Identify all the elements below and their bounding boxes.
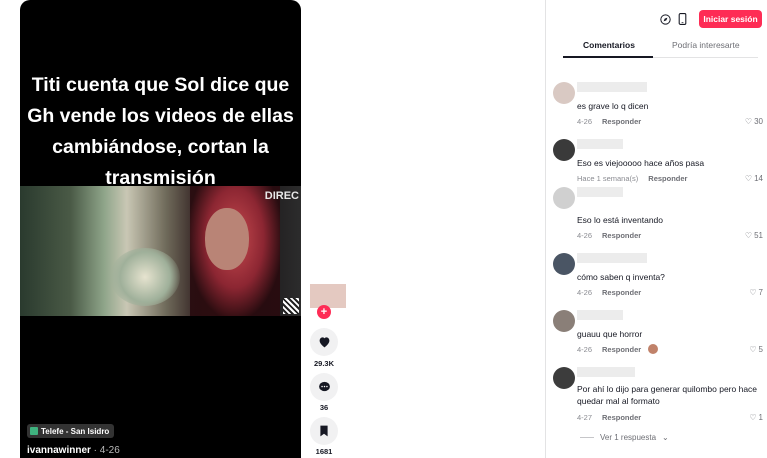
reply-button[interactable]: Responder [602,345,641,354]
tab-comments[interactable]: Comentarios [583,40,635,50]
comment-text: Eso es viejooooo hace años pasa [577,158,705,168]
comment-like-button[interactable]: ♡ 1 [749,413,763,422]
location-tag[interactable]: Telefe - San Isidro [27,424,115,438]
reply-button[interactable]: Responder [602,413,641,422]
reply-button[interactable]: Responder [602,231,641,240]
heart-outline-icon: ♡ [749,345,757,354]
comment-item: Eso es viejooooo hace años pasa Hace 1 s… [553,139,765,187]
comment-item: cómo saben q inventa? 4-26 Responder ♡ 7 [553,253,765,301]
comment-item: Por ahí lo dijo para generar quilombo pe… [553,367,765,427]
creator-avatar[interactable] [310,284,346,308]
video-frame: DIREC [20,186,301,316]
comment-meta: 4-26 Responder [577,345,641,354]
comment-like-button[interactable]: ♡ 14 [745,174,763,183]
comment-date: Hace 1 semana(s) [577,174,639,183]
bookmark-icon [320,425,328,437]
location-label: Telefe - San Isidro [41,426,110,436]
comment-like-count: 14 [754,174,763,183]
comment-like-count: 51 [754,231,763,240]
video-caption: Titi cuenta que Sol dice que Gh vende lo… [27,74,294,189]
location-pin-icon [30,427,38,435]
comment-username-blurred[interactable] [577,367,635,377]
heart-outline-icon: ♡ [744,174,753,183]
comment-date: 4-26 [577,288,593,297]
video-player[interactable]: Titi cuenta que Sol dice que Gh vende lo… [20,0,301,458]
comment-text: guauu que horror [577,329,643,339]
comment-username-blurred[interactable] [577,253,647,263]
comment-meta: 4-26 Responder [577,231,641,240]
comment-text: cómo saben q inventa? [577,272,665,282]
comment-like-count: 30 [754,117,763,126]
comment-meta: 4-26 Responder [577,288,641,297]
comment-button[interactable] [310,373,338,401]
compass-icon[interactable] [657,11,673,27]
mobile-icon[interactable] [674,11,690,27]
tiktok-video-page: Titi cuenta que Sol dice que Gh vende lo… [0,0,767,458]
author-name[interactable]: ivannawinner [27,445,91,456]
frame-glow [110,248,180,306]
reply-button[interactable]: Responder [602,288,641,297]
video-author[interactable]: ivannawinner · 4-26 [27,445,120,456]
heart-outline-icon: ♡ [744,117,753,126]
comment-date: 4-27 [577,413,593,422]
comment-text: es grave lo q dicen [577,101,649,111]
creator-reaction-avatar [648,344,658,354]
comment-avatar[interactable] [553,310,575,332]
comment-avatar[interactable] [553,139,575,161]
frame-person-face [205,208,249,270]
follow-plus-icon[interactable]: + [317,305,331,319]
channel-logo: DIREC [264,190,299,202]
view-replies-button[interactable]: Ver 1 respuesta ⌄ [580,433,669,442]
comment-date: 4-26 [577,231,593,240]
comment-item: Eso lo está inventando 4-26 Responder ♡ 5… [553,187,765,240]
comment-meta: 4-26 Responder [577,117,641,126]
heart-outline-icon: ♡ [749,288,757,297]
comment-icon [318,381,330,392]
comment-avatar[interactable] [553,367,575,389]
comment-item: guauu que horror 4-26 Responder ♡ 5 [553,310,765,358]
reply-button[interactable]: Responder [602,117,641,126]
comment-like-count: 5 [758,345,763,354]
comment-date: 4-26 [577,345,593,354]
heart-icon [319,337,329,348]
comment-username-blurred[interactable] [577,82,647,92]
comment-username-blurred[interactable] [577,187,623,197]
comment-avatar[interactable] [553,253,575,275]
comment-count: 36 [319,403,329,412]
tab-active-indicator [563,56,653,58]
save-count: 1681 [315,447,333,456]
comment-text: Eso lo está inventando [577,215,664,225]
heart-outline-icon: ♡ [744,231,753,240]
comment-like-button[interactable]: ♡ 30 [745,117,763,126]
comment-like-button[interactable]: ♡ 5 [749,345,763,354]
tab-you-may-like[interactable]: Podría interesarte [672,40,740,50]
view-replies-label: Ver 1 respuesta [600,433,657,442]
comment-like-button[interactable]: ♡ 7 [749,288,763,297]
replies-line [580,437,594,438]
panel-divider [545,0,546,458]
comment-avatar[interactable] [553,82,575,104]
login-button[interactable]: Iniciar sesión [699,10,762,28]
comment-date: 4-26 [577,117,593,126]
comment-avatar[interactable] [553,187,575,209]
heart-outline-icon: ♡ [749,413,757,422]
comment-like-button[interactable]: ♡ 51 [745,231,763,240]
comment-meta: 4-27 Responder [577,413,641,422]
comment-text: Por ahí lo dijo para generar quilombo pe… [577,384,758,406]
chevron-down-icon: ⌄ [662,433,669,442]
comment-item: es grave lo q dicen 4-26 Responder ♡ 30 [553,82,765,130]
save-button[interactable] [310,417,338,445]
comment-meta: Hace 1 semana(s) Responder [577,174,687,183]
video-date: · 4-26 [90,445,120,456]
qr-code [283,298,299,314]
comment-username-blurred[interactable] [577,310,623,320]
comment-like-count: 7 [758,288,763,297]
like-button[interactable] [310,328,338,356]
like-count: 29.3K [313,359,334,368]
reply-button[interactable]: Responder [648,174,687,183]
comment-username-blurred[interactable] [577,139,623,149]
comment-like-count: 1 [758,413,763,422]
